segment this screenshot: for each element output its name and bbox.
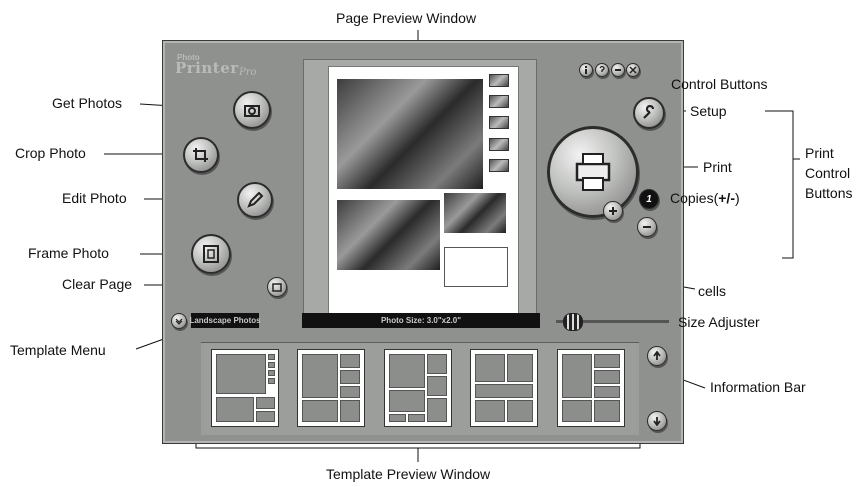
label-get-photos: Get Photos: [52, 95, 123, 111]
clear-page-button[interactable]: [267, 277, 287, 297]
page-preview[interactable]: [328, 66, 519, 318]
template-thumb[interactable]: [557, 349, 625, 427]
template-thumb[interactable]: [384, 349, 452, 427]
arrow-down-icon: [653, 417, 661, 426]
copies-count: 1: [639, 189, 659, 209]
label-clear-page: Clear Page: [62, 276, 133, 292]
chevron-down-icon: [175, 318, 183, 325]
arrow-up-icon: [653, 351, 661, 360]
label-frame-photo: Frame Photo: [28, 245, 109, 261]
label-print-control-2: Control: [805, 165, 851, 181]
template-menu-toggle[interactable]: [171, 313, 187, 329]
label-copies-end: ): [734, 190, 740, 206]
logo-signature: Pro: [239, 67, 257, 78]
photo-cell-small[interactable]: [444, 193, 506, 233]
label-information-bar: Information Bar: [710, 379, 806, 395]
label-edit-photo: Edit Photo: [62, 190, 127, 206]
minus-icon: [643, 226, 651, 228]
label-copies-text: Copies(: [670, 190, 719, 206]
photo-thumb[interactable]: [489, 74, 509, 87]
setup-button[interactable]: [633, 97, 665, 129]
label-template-preview-window: Template Preview Window: [326, 466, 491, 482]
label-copies: Copies(+/-): [670, 190, 740, 206]
print-button[interactable]: [547, 126, 639, 218]
photo-cell-group[interactable]: [337, 200, 440, 270]
photo-thumb[interactable]: [489, 159, 509, 172]
close-icon: [629, 66, 637, 74]
label-control-buttons: Control Buttons: [671, 76, 768, 92]
frame-photo-button[interactable]: [191, 234, 231, 274]
minimize-icon: [615, 69, 621, 71]
scroll-up-button[interactable]: [647, 346, 667, 366]
label-print-control-3: Buttons: [805, 185, 853, 201]
photo-cell-large[interactable]: [337, 79, 483, 189]
help-icon: [599, 66, 605, 72]
crop-photo-button[interactable]: [183, 137, 219, 173]
get-photos-button[interactable]: [233, 91, 271, 129]
photo-thumb[interactable]: [489, 95, 509, 108]
frame-icon: [203, 245, 219, 263]
app-logo: Printer: [175, 59, 239, 77]
label-size-adjuster: Size Adjuster: [678, 314, 760, 330]
photo-thumb[interactable]: [489, 116, 509, 129]
photo-cell-empty[interactable]: [444, 247, 508, 287]
pencil-icon: [247, 192, 264, 208]
help-button[interactable]: [595, 63, 609, 77]
template-thumb[interactable]: [297, 349, 365, 427]
label-page-preview-window: Page Preview Window: [336, 10, 477, 26]
edit-photo-button[interactable]: [237, 182, 273, 218]
template-preview-window: [201, 342, 639, 435]
label-print-control-1: Print: [805, 145, 834, 161]
close-button[interactable]: [626, 63, 640, 77]
info-icon: [585, 66, 587, 74]
scroll-down-button[interactable]: [647, 411, 667, 431]
copies-decrease-button[interactable]: [637, 217, 657, 237]
plus-icon: [609, 207, 617, 215]
size-adjuster-handle[interactable]: [563, 313, 583, 331]
clear-icon: [272, 283, 282, 292]
photo-thumb[interactable]: [489, 138, 509, 151]
crop-icon: [193, 148, 208, 162]
copies-increase-button[interactable]: [603, 201, 623, 221]
label-print: Print: [703, 159, 732, 175]
label-copies-pm: +/-: [718, 190, 735, 206]
template-thumb[interactable]: [470, 349, 538, 427]
minimize-button[interactable]: [611, 63, 625, 77]
label-cells: cells: [698, 283, 727, 299]
info-button[interactable]: [579, 63, 593, 77]
app-window: Photo Printer Pro 1 Landscape Photos Pho…: [162, 40, 684, 444]
camera-icon: [244, 105, 260, 117]
wrench-icon: [643, 105, 655, 119]
printer-icon: [575, 153, 611, 191]
template-menu[interactable]: Landscape Photos: [189, 313, 261, 328]
label-setup: Setup: [690, 103, 727, 119]
information-bar: Photo Size: 3.0"x2.0": [302, 313, 540, 328]
label-template-menu: Template Menu: [10, 342, 106, 358]
template-thumb[interactable]: [211, 349, 279, 427]
label-crop-photo: Crop Photo: [15, 145, 86, 161]
